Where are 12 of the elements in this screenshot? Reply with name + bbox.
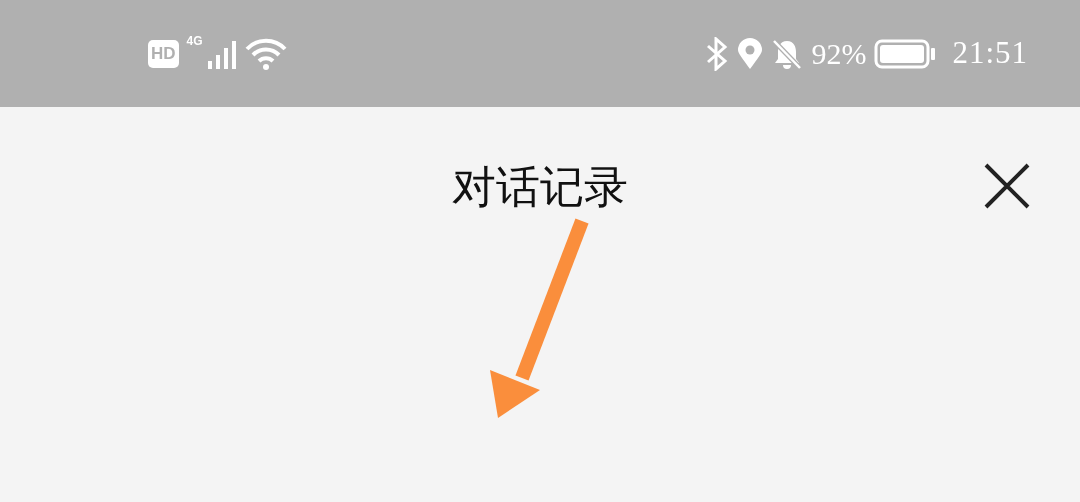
battery-percent: 92% xyxy=(811,36,867,72)
bluetooth-icon xyxy=(705,36,730,71)
clock-time: 21:51 xyxy=(952,34,1028,73)
wifi-icon xyxy=(244,36,287,71)
location-icon xyxy=(737,37,764,70)
network-label: 4G xyxy=(186,34,203,47)
muted-bell-icon xyxy=(771,37,804,70)
battery-icon xyxy=(874,38,937,69)
signal-icon xyxy=(206,38,237,69)
hd-badge: HD xyxy=(148,39,179,68)
page-title: 对话记录 xyxy=(452,160,628,214)
close-button[interactable] xyxy=(982,161,1032,211)
